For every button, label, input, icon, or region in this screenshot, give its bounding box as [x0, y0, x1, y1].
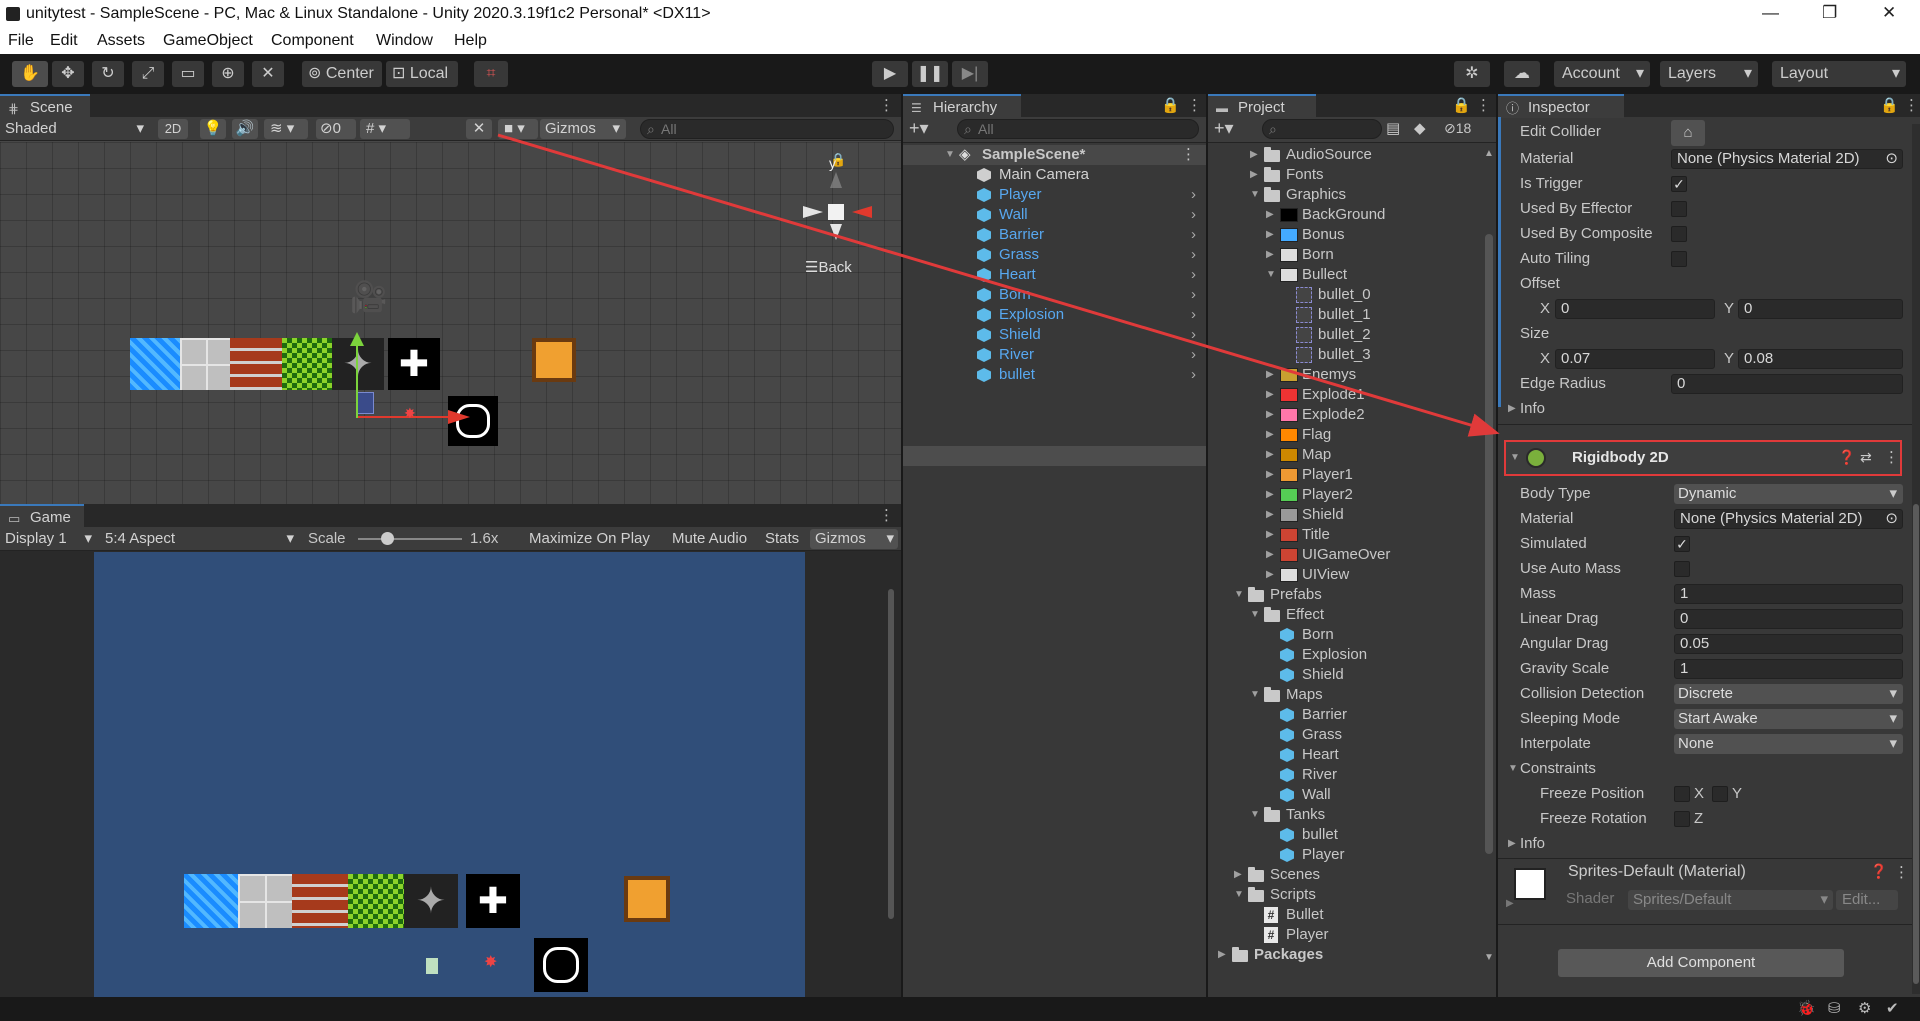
annotation-arrow [497, 133, 1500, 437]
